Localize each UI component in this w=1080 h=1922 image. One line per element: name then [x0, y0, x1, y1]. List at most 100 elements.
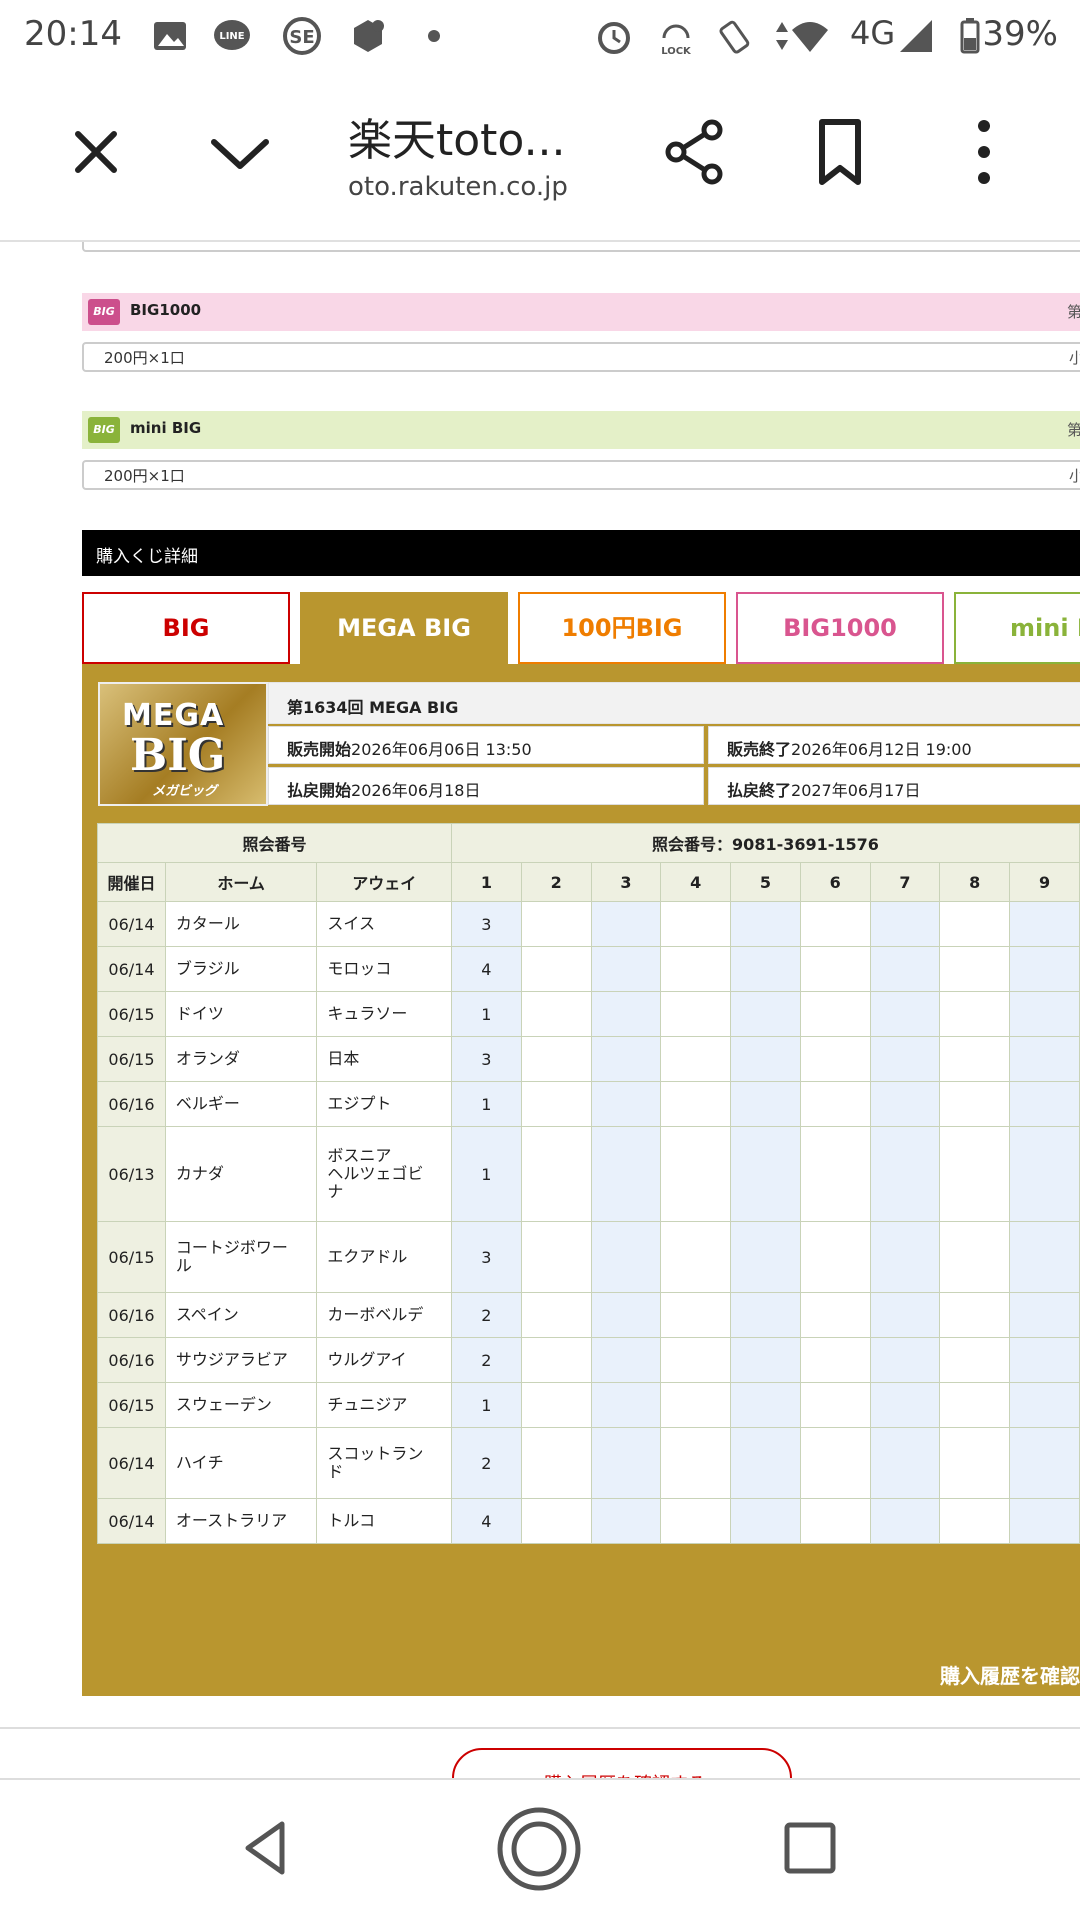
- navigation-bar: [0, 1778, 1080, 1922]
- section-divider: [0, 1727, 1080, 1729]
- col-4: 4: [660, 862, 732, 902]
- selection-cell: [590, 946, 662, 992]
- selection-cell: [590, 991, 662, 1037]
- selection-cell: [1009, 1036, 1080, 1082]
- bookmark-icon[interactable]: [800, 112, 880, 192]
- away-team: スコットランド: [316, 1427, 452, 1499]
- close-icon[interactable]: [56, 112, 136, 192]
- selection-cell: [799, 1337, 871, 1383]
- lottery-name: BIG1000: [130, 301, 202, 319]
- selection-cell: [660, 946, 732, 992]
- col-9: 9: [1009, 862, 1080, 902]
- price-text: 200円×1口: [104, 467, 185, 485]
- recents-icon[interactable]: [782, 1820, 838, 1876]
- selection-cell: [1009, 946, 1080, 992]
- selection-cell: [1009, 1292, 1080, 1338]
- tab-big[interactable]: BIG: [82, 592, 290, 664]
- chevron-down-icon[interactable]: [200, 112, 280, 192]
- selection-cell: [590, 1221, 662, 1293]
- minibig-badge-icon: BIG: [88, 417, 120, 443]
- selection-cell: [730, 991, 801, 1037]
- selection-cell: [730, 901, 801, 947]
- selection-cell: [590, 1427, 662, 1499]
- tab-big1000[interactable]: BIG1000: [736, 592, 944, 664]
- sale-start-label: 販売開始: [287, 740, 352, 759]
- table-row: 06/15 ドイツ キュラソー 1: [97, 991, 1080, 1037]
- selection-cell: 1: [451, 991, 522, 1037]
- match-date: 06/16: [97, 1292, 166, 1338]
- tab-mini-big[interactable]: mini BIG: [954, 592, 1080, 664]
- table-row: 06/16 スペイン カーボベルデ 2: [97, 1292, 1080, 1338]
- back-icon[interactable]: [236, 1818, 296, 1878]
- selection-cell: [730, 1498, 801, 1544]
- selection-cell: [939, 1081, 1011, 1127]
- match-date: 06/15: [97, 1036, 166, 1082]
- home-icon[interactable]: [496, 1806, 582, 1892]
- lottery-band-minibig[interactable]: BIG mini BIG 第: [82, 411, 1080, 449]
- selection-cell: [939, 1221, 1011, 1293]
- svg-text:LINE: LINE: [219, 31, 244, 42]
- previous-price-box: [82, 242, 1080, 252]
- home-team: カナダ: [164, 1126, 318, 1222]
- svg-text:LOCK: LOCK: [661, 46, 692, 56]
- selection-cell: [1009, 991, 1080, 1037]
- table-row: 06/15 コートジボワールエクアドル 3: [97, 1221, 1080, 1293]
- tab-100yen-big[interactable]: 100円BIG: [518, 592, 726, 664]
- mega-big-logo: MEGA BIG メガビッグ: [98, 682, 268, 806]
- sale-end-cell: 販売終了2026年06月12日 19:00: [708, 726, 1080, 764]
- tab-mega-big[interactable]: MEGA BIG: [300, 592, 508, 664]
- page-url[interactable]: oto.rakuten.co.jp: [348, 172, 568, 202]
- confirm-history-link[interactable]: 購入履歴を確認: [940, 1660, 1080, 1689]
- selection-cell: [939, 1337, 1011, 1383]
- sale-end-label: 販売終了: [727, 740, 792, 759]
- table-row: 06/16 サウジアラビア ウルグアイ 2: [97, 1337, 1080, 1383]
- selection-cell: [590, 1292, 662, 1338]
- selection-cell: [730, 1081, 801, 1127]
- selection-cell: [869, 1427, 941, 1499]
- selection-cell: [730, 946, 801, 992]
- away-team: チュニジア: [316, 1382, 452, 1428]
- home-team: カタール: [164, 901, 318, 947]
- lottery-round-prefix: 第: [1066, 421, 1080, 439]
- selection-cell: [590, 1498, 662, 1544]
- col-7: 7: [869, 862, 941, 902]
- page-title: 楽天toto...: [348, 115, 566, 166]
- table-row: 06/14 ブラジル モロッコ 4: [97, 946, 1080, 992]
- sale-end-value: 2026年06月12日 19:00: [791, 740, 972, 759]
- selection-cell: [1009, 1221, 1080, 1293]
- logo-line-2: BIG: [130, 730, 226, 781]
- home-team: スウェーデン: [164, 1382, 318, 1428]
- lottery-name: mini BIG: [130, 419, 202, 437]
- selection-cell: [1009, 1337, 1080, 1383]
- lottery-band-big1000[interactable]: BIG BIG1000 第: [82, 293, 1080, 331]
- selection-cell: [939, 1126, 1011, 1222]
- selection-cell: [939, 1292, 1011, 1338]
- ref-number: 照会番号：9081-3691-1576: [451, 823, 1080, 863]
- selection-cell: [520, 1427, 592, 1499]
- col-5: 5: [730, 862, 801, 902]
- selection-cell: 4: [451, 946, 522, 992]
- selection-cell: [660, 1292, 732, 1338]
- selection-cell: 1: [451, 1126, 522, 1222]
- selection-cell: [520, 1382, 592, 1428]
- selection-cell: [660, 1382, 732, 1428]
- selection-cell: [799, 1081, 871, 1127]
- match-date: 06/14: [97, 901, 166, 947]
- away-team: スイス: [316, 901, 452, 947]
- selection-cell: [1009, 1126, 1080, 1222]
- selection-cell: [1009, 1498, 1080, 1544]
- selection-cell: [520, 1126, 592, 1222]
- more-vert-icon[interactable]: [944, 112, 1024, 192]
- away-team: ウルグアイ: [316, 1337, 452, 1383]
- selection-cell: [590, 1382, 662, 1428]
- selection-cell: [590, 1036, 662, 1082]
- match-date: 06/13: [97, 1126, 166, 1222]
- selection-cell: [1009, 1081, 1080, 1127]
- selection-cell: [520, 1498, 592, 1544]
- confirm-history-button[interactable]: 購入履歴を確認する: [452, 1748, 792, 1778]
- share-icon[interactable]: [656, 112, 736, 192]
- big1000-badge-icon: BIG: [88, 299, 120, 325]
- home-team: オランダ: [164, 1036, 318, 1082]
- selection-cell: [869, 1221, 941, 1293]
- selection-cell: [590, 1337, 662, 1383]
